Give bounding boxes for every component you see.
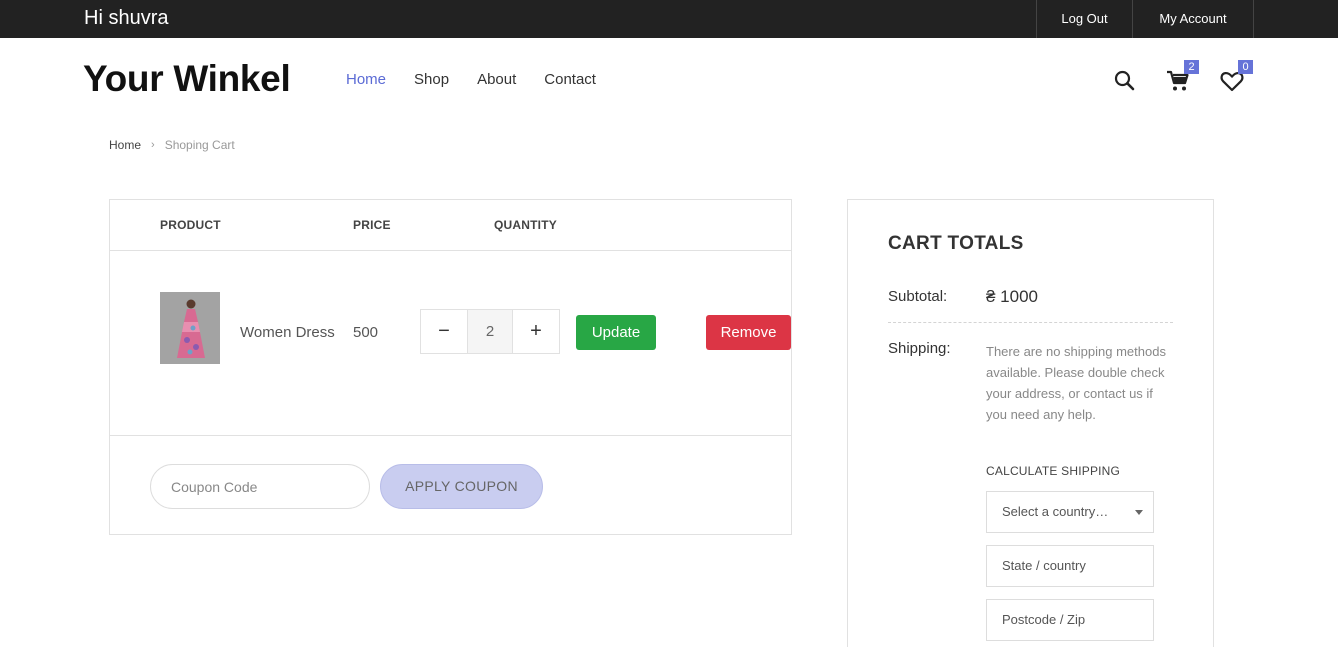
shipping-note: There are no shipping methods available.…: [986, 344, 1166, 422]
nav-contact[interactable]: Contact: [544, 71, 596, 88]
main-nav: Home Shop About Contact: [346, 71, 624, 88]
product-price: 500: [353, 324, 379, 341]
product-name[interactable]: Women Dress: [240, 324, 335, 341]
postcode-field[interactable]: Postcode / Zip: [986, 599, 1154, 641]
cart-totals-panel: CART TOTALS Subtotal: ₴ 1000 Shipping: T…: [847, 199, 1214, 647]
quantity-increase-button[interactable]: +: [513, 310, 559, 353]
remove-button[interactable]: Remove: [706, 315, 791, 350]
column-price: PRICE: [353, 218, 391, 232]
chevron-down-icon: [1135, 510, 1143, 515]
chevron-right-icon: ›: [151, 139, 155, 151]
state-placeholder: State / country: [1002, 558, 1086, 573]
apply-coupon-button[interactable]: APPLY COUPON: [380, 464, 543, 509]
top-links: Log Out My Account: [1036, 0, 1254, 38]
top-bar: Hi shuvra Log Out My Account: [0, 0, 1338, 38]
my-account-link[interactable]: My Account: [1132, 0, 1254, 38]
table-row: Women Dress 500 − 2 + Update Remove: [110, 251, 791, 436]
quantity-input[interactable]: 2: [467, 310, 513, 353]
breadcrumb-home[interactable]: Home: [109, 138, 141, 152]
quantity-stepper: − 2 +: [420, 309, 560, 354]
wishlist-count-badge: 0: [1238, 60, 1253, 74]
shipping-label: Shipping:: [888, 340, 951, 357]
nav-about[interactable]: About: [477, 71, 516, 88]
column-product: PRODUCT: [160, 218, 221, 232]
subtotal-value: ₴ 1000: [986, 287, 1038, 306]
state-field[interactable]: State / country: [986, 545, 1154, 587]
postcode-placeholder: Postcode / Zip: [1002, 612, 1086, 627]
breadcrumb: Home › Shoping Cart: [109, 138, 235, 152]
cart-totals-title: CART TOTALS: [888, 233, 1024, 254]
logout-link[interactable]: Log Out: [1036, 0, 1132, 38]
cart-table: PRODUCT PRICE QUANTITY Women Dress 500 −…: [109, 199, 792, 535]
quantity-decrease-button[interactable]: −: [421, 310, 467, 353]
coupon-code-input[interactable]: [150, 464, 370, 509]
brand-logo[interactable]: Your Winkel: [83, 58, 291, 100]
calculate-shipping-label: CALCULATE SHIPPING: [986, 464, 1121, 478]
nav-shop[interactable]: Shop: [414, 71, 449, 88]
country-select-value: Select a country…: [1002, 504, 1109, 519]
column-quantity: QUANTITY: [494, 218, 557, 232]
search-icon[interactable]: [1112, 68, 1138, 94]
greeting-text: Hi shuvra: [84, 7, 169, 29]
country-select[interactable]: Select a country…: [986, 491, 1154, 533]
nav-home[interactable]: Home: [346, 71, 386, 88]
divider: [888, 322, 1173, 323]
subtotal-label: Subtotal:: [888, 288, 948, 305]
breadcrumb-current: Shoping Cart: [164, 138, 235, 152]
product-image[interactable]: [160, 292, 220, 364]
update-button[interactable]: Update: [576, 315, 656, 350]
cart-count-badge: 2: [1184, 60, 1199, 74]
cart-table-header: PRODUCT PRICE QUANTITY: [110, 200, 791, 251]
